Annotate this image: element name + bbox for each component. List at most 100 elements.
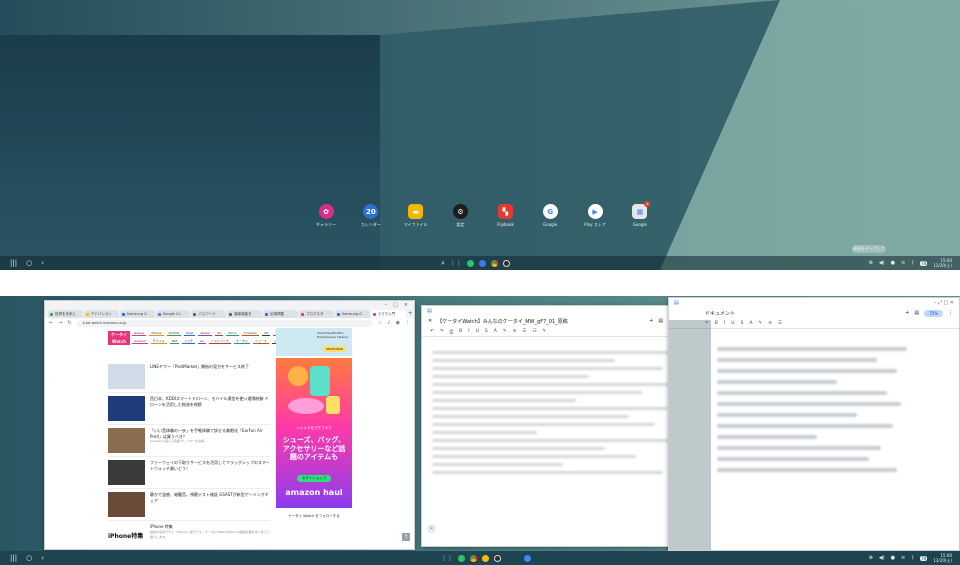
app-drawer-icon[interactable]: ⋮⋮ (450, 260, 462, 267)
explore-button[interactable]: ⊕ (427, 524, 436, 533)
dock-app-7[interactable]: ▦ 3 Google (620, 201, 660, 234)
toolbar-button[interactable]: ☰ (522, 329, 526, 334)
volume-icon[interactable]: ◀) (879, 260, 885, 266)
dock-app-4[interactable]: ▚ Flipbook (485, 204, 525, 234)
toolbar-button[interactable]: ↶ (430, 329, 434, 334)
notification-icon[interactable]: ⊗ (869, 260, 873, 266)
address-bar[interactable]: k-tai.watch.impress.co.jp (76, 319, 373, 327)
dock-app-6[interactable]: ▶ Play ストア (575, 204, 615, 234)
volume-icon[interactable]: ◀) (879, 555, 885, 561)
add-icon[interactable]: + (905, 310, 909, 316)
category-link[interactable]: SIM (169, 339, 180, 344)
comment-icon[interactable]: ▤ (658, 318, 663, 324)
text-color-icon[interactable]: A (749, 321, 752, 326)
window-titlebar[interactable]: ▤ – ⤢ □ ✕ (669, 298, 959, 307)
docs-window[interactable]: ▤ – ⤢ ⛶ ✕ ✕ 【ケータイWatch】みんなのケータイ_MW_gF7_0… (421, 305, 704, 547)
maximize-icon[interactable]: □ (393, 302, 398, 308)
new-tab-icon[interactable]: + (407, 310, 414, 318)
browser-tab[interactable]: 記事掲載 (263, 310, 299, 318)
list-icon[interactable]: ☰ (778, 321, 782, 326)
align-icon[interactable]: ≡ (768, 321, 772, 326)
category-link[interactable]: ドコモ (182, 339, 196, 344)
doc-title[interactable]: ドキュメント (705, 310, 900, 317)
category-link[interactable]: ソフトバンク (208, 339, 231, 344)
minimize-icon[interactable]: – (385, 302, 388, 308)
toolbar-button[interactable]: U (476, 329, 479, 334)
category-link[interactable]: au (198, 339, 206, 344)
dock-app-1[interactable]: 20 カレンダー (351, 204, 391, 234)
camera-app-icon[interactable] (494, 554, 501, 562)
browser-tab[interactable]: 最新機能を (227, 310, 263, 318)
toolbar-button[interactable]: ✎ (503, 329, 507, 334)
bookmark-star-icon[interactable]: ☆ (378, 320, 382, 326)
browser-tab[interactable]: Samsung G (334, 310, 370, 318)
toolbar-button[interactable]: ↷ (440, 329, 444, 334)
category-link[interactable]: IIJmio (226, 331, 239, 336)
category-link[interactable]: UQ (261, 331, 271, 336)
underline-icon[interactable]: U (731, 321, 734, 326)
mic-icon[interactable]: ♪ (387, 320, 390, 326)
article-item[interactable]: 「いい音体験の一歩」を手軽体験で試せる美眼化「EarFun Air Pro4」は… (108, 425, 270, 457)
recent-apps-button[interactable]: ||| (10, 259, 17, 267)
bold-icon[interactable]: B (715, 321, 718, 326)
category-link[interactable]: AU (215, 331, 224, 336)
category-link[interactable]: iPhone (149, 331, 164, 336)
dock-app-0[interactable]: ✿ ギャラリー (306, 204, 346, 234)
category-link[interactable]: Pixel (184, 331, 196, 336)
category-link[interactable]: Xperia (198, 331, 213, 336)
comment-icon[interactable]: ▤ (914, 310, 919, 316)
edit-home-button[interactable]: 画面をタップして (852, 245, 886, 253)
article-item[interactable]: ファーウェイの下取りサービスを活用してフラッグシップのスマートウォッチ買いどう！ (108, 457, 270, 489)
article-item[interactable]: 静かで温感、暗騒音。視聴テスト検証 GSASTが新型ゲーミングチェア (108, 489, 270, 521)
docs-app-icon[interactable] (482, 554, 489, 562)
window-titlebar[interactable]: – □ ✕ (45, 301, 414, 309)
forward-arrow-icon[interactable]: → (58, 320, 62, 326)
home-button[interactable]: ○ (26, 554, 32, 562)
article-item[interactable]: 西日本、KDDIスマートドローン、モバイル通信を使い遠隔制御 ドローンを活用した… (108, 393, 270, 425)
docs-window-2[interactable]: ▤ – ⤢ □ ✕ ドキュメント + ▤ 75% ⋮ ↶ B I U S A ✎… (668, 297, 960, 551)
browser-tab[interactable]: Samsung G (119, 310, 155, 318)
toolbar-button[interactable]: A (494, 329, 497, 334)
back-button[interactable]: ‹ (41, 259, 44, 267)
toolbar-button[interactable]: I (468, 329, 469, 334)
toolbar-button[interactable]: S (485, 329, 488, 334)
site-logo[interactable]: ケータイ Watch (108, 331, 130, 345)
clock[interactable]: 15:00 12/20(土) (933, 553, 952, 563)
close-doc-icon[interactable]: ✕ (428, 318, 432, 324)
toolbar-button[interactable]: ⎙ (450, 329, 454, 335)
back-button[interactable]: ‹ (41, 554, 44, 562)
ad-banner-amazon-haul[interactable]: トレンドをプチプラで シューズ、バッグ、アクセサリーなど話題のアイテムも 今すぐ… (276, 358, 352, 508)
browser-tab[interactable]: ブログスタ (299, 310, 334, 318)
ad-shop-now-button[interactable]: SHOP NOW (323, 346, 346, 352)
close-icon[interactable]: ✕ (404, 302, 408, 308)
dock-app-3[interactable]: ⚙ 設定 (441, 204, 481, 234)
chrome-window[interactable]: – □ ✕ 投資を未来に アドバンスト Samsung G Google Ch パスワー… (44, 300, 415, 550)
clock[interactable]: 15:00 12/20(土) (933, 258, 952, 268)
toolbar-button[interactable]: ≡ (513, 329, 517, 334)
chrome-app-icon[interactable] (470, 554, 477, 562)
toolbar-button[interactable]: ☷ (532, 329, 536, 334)
article-item[interactable]: iPhone特集 iPhone 特集 最新の注目モデル「iPhone」新モデル。ケー… (108, 521, 270, 549)
ad-banner-small[interactable]: OuterHeadPodPro Headphones Cleaner SHOP … (276, 328, 352, 356)
italic-icon[interactable]: I (724, 321, 725, 326)
messages-app-icon[interactable] (478, 259, 486, 267)
docs-running-icon[interactable] (524, 554, 531, 562)
ad-cta-button[interactable]: 今すぐショップ (297, 475, 331, 482)
category-link[interactable]: ニュース (252, 339, 269, 344)
browser-tab[interactable]: スマホ入門 (370, 310, 406, 318)
home-button[interactable]: ○ (26, 259, 32, 267)
camera-app-icon[interactable] (502, 259, 510, 267)
app-drawer-icon[interactable]: ⋮⋮ (441, 555, 453, 562)
category-link[interactable]: モバイル (150, 339, 167, 344)
phone-app-icon[interactable] (458, 554, 465, 562)
category-link[interactable]: ケータイ (233, 339, 250, 344)
menu-kebab-icon[interactable]: ⋮ (405, 320, 410, 326)
profile-icon[interactable]: ◉ (396, 320, 400, 326)
scroll-to-top-button[interactable]: ↑ (402, 533, 410, 541)
category-link[interactable]: Android (132, 339, 148, 344)
more-options-icon[interactable]: ⋮ (948, 310, 953, 316)
doc-title[interactable]: 【ケータイWatch】みんなのケータイ_MW_gF7_01_原稿 (437, 318, 644, 325)
article-item[interactable]: LINEヤフー「PostMarket」開始の見方をサービス終了 (108, 361, 270, 393)
dock-app-2[interactable]: ▬ マイファイル (396, 204, 436, 234)
back-arrow-icon[interactable]: ← (49, 320, 53, 326)
